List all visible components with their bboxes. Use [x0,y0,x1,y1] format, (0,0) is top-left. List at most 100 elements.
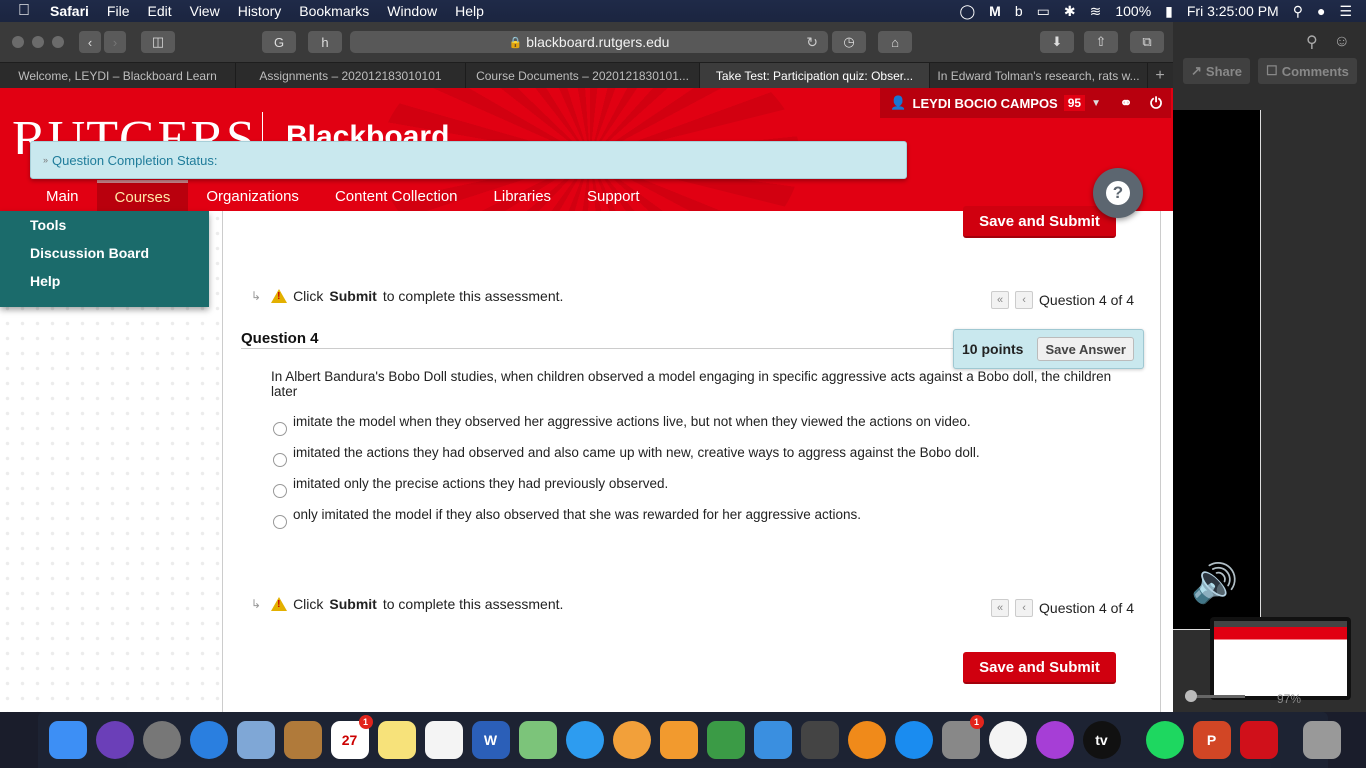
share-button[interactable]: ⇧ [1084,31,1118,53]
slider-handle[interactable] [1185,690,1197,702]
dock-safari-icon[interactable] [189,721,228,759]
logout-button[interactable]: ⏻ [1141,88,1171,118]
menu-edit[interactable]: Edit [147,3,171,19]
dock-trash-icon[interactable] [1302,721,1341,759]
menu-bookmarks[interactable]: Bookmarks [299,3,369,19]
address-bar[interactable]: 🔒 blackboard.rutgers.edu ↻ [350,31,828,53]
notification-center-icon[interactable]: ☰ [1339,3,1352,20]
first-question-button[interactable]: « [991,599,1010,617]
dock-powerpoint-icon[interactable]: P [1192,721,1231,759]
settings-link-button[interactable]: ⚭ [1111,88,1141,118]
honey-extension-button[interactable]: h [308,31,342,53]
dock-news-icon[interactable] [988,721,1027,759]
dock-keynote-icon[interactable] [753,721,792,759]
dock-acrobat-icon[interactable] [1239,721,1278,759]
course-menu-discussion-board[interactable]: Discussion Board [0,239,209,267]
dock-finder-icon[interactable] [48,721,87,759]
back-button[interactable]: ‹ [79,31,101,53]
bluetooth-icon[interactable]: ✱ [1064,3,1076,20]
save-and-submit-button-top[interactable]: Save and Submit [963,206,1116,238]
first-question-button[interactable]: « [991,291,1010,309]
menu-safari[interactable]: Safari [50,3,89,19]
wifi-icon[interactable]: ≋ [1090,3,1102,20]
nav-tab-courses[interactable]: Courses [96,180,189,211]
dock-launchpad-icon[interactable] [142,721,181,759]
home-button[interactable]: ⌂ [878,31,912,53]
nav-tab-support[interactable]: Support [569,180,658,211]
spotlight-icon[interactable]: ⚲ [1293,3,1303,20]
grammarly-extension-button[interactable]: G [262,31,296,53]
menu-history[interactable]: History [238,3,282,19]
answer-option[interactable]: imitated only the precise actions they h… [273,476,668,498]
reload-icon[interactable]: ↻ [806,34,818,51]
dock-siri-icon[interactable] [95,721,134,759]
answer-option[interactable]: only imitated the model if they also obs… [273,507,861,529]
malwarebytes-icon[interactable]: M [989,3,1001,19]
help-button[interactable]: ? [1093,168,1143,218]
dock-mail-icon[interactable] [236,721,275,759]
dock-maps-icon[interactable] [518,721,557,759]
comments-button[interactable]: ☐ Comments [1258,58,1357,84]
minimize-window-button[interactable] [32,36,44,48]
tab-assignments[interactable]: Assignments – 202012183010101 [236,63,466,89]
smiley-feedback-icon[interactable]: ☺ [1334,33,1350,51]
answer-option[interactable]: imitate the model when they observed her… [273,414,971,436]
dock-spotify-icon[interactable] [1145,721,1184,759]
answer-radio[interactable] [273,422,287,436]
menu-help[interactable]: Help [455,3,484,19]
tab-take-test[interactable]: Take Test: Participation quiz: Obser... [700,63,930,89]
answer-radio[interactable] [273,484,287,498]
nav-tab-libraries[interactable]: Libraries [476,180,570,211]
share-button[interactable]: ↗ Share [1183,58,1251,84]
dock-scanner-icon[interactable] [800,721,839,759]
answer-option[interactable]: imitated the actions they had observed a… [273,445,980,467]
clock[interactable]: Fri 3:25:00 PM [1187,3,1279,19]
battery-status[interactable]: 100% [1115,3,1151,19]
save-answer-button[interactable]: Save Answer [1037,337,1134,361]
sidebar-toggle-button[interactable]: ◫ [141,31,175,53]
course-menu-help[interactable]: Help [0,267,209,295]
downloads-button[interactable]: ⬇ [1040,31,1074,53]
nav-tab-content-collection[interactable]: Content Collection [317,180,476,211]
airplay-icon[interactable]: ▭ [1037,3,1050,20]
dock-system-preferences-icon[interactable]: 1 [941,715,984,759]
menu-view[interactable]: View [190,3,220,19]
answer-radio[interactable] [273,515,287,529]
course-menu-tools[interactable]: Tools [0,211,209,239]
dock-word-icon[interactable]: W [471,721,510,759]
siri-icon[interactable]: ● [1317,3,1325,19]
answer-radio[interactable] [273,453,287,467]
dock-numbers-icon[interactable] [706,721,745,759]
tab-edward-tolman[interactable]: In Edward Tolman's research, rats w... [930,63,1148,89]
screenshot-thumbnail[interactable] [1210,617,1351,700]
dock-photos-icon[interactable] [612,721,651,759]
dock-contacts-icon[interactable] [283,721,322,759]
dock-podcasts-icon[interactable] [1035,721,1074,759]
zoom-window-button[interactable] [52,36,64,48]
dock-messages-icon[interactable] [565,721,604,759]
speaker-icon[interactable]: 🔊 [1191,562,1238,606]
dock-notes-icon[interactable] [377,721,416,759]
new-tab-button[interactable]: + [1148,63,1172,89]
history-button[interactable]: ◷ [832,31,866,53]
tab-course-documents[interactable]: Course Documents – 2020121830101... [466,63,700,89]
previous-question-button[interactable]: ‹ [1015,291,1034,309]
save-and-submit-button-bottom[interactable]: Save and Submit [963,652,1116,684]
creative-cloud-icon[interactable]: ◯ [960,3,976,20]
nav-tab-organizations[interactable]: Organizations [188,180,317,211]
menu-window[interactable]: Window [387,3,437,19]
close-window-button[interactable] [12,36,24,48]
dock-apple-tv-icon[interactable]: tv [1082,721,1121,759]
forward-button[interactable]: › [104,31,126,53]
tab-welcome[interactable]: Welcome, LEYDI – Blackboard Learn [0,63,236,89]
previous-question-button[interactable]: ‹ [1015,599,1034,617]
beats-icon[interactable]: b [1015,3,1023,19]
nav-tab-main[interactable]: Main [28,180,97,211]
dock-reminders-icon[interactable] [424,721,463,759]
search-icon[interactable]: ⚲ [1306,32,1318,52]
apple-menu-icon[interactable]:  [18,2,30,20]
zoom-slider[interactable] [1185,690,1245,702]
tab-overview-button[interactable]: ⧉ [1130,31,1164,53]
dock-pages-icon[interactable] [659,721,698,759]
menu-file[interactable]: File [107,3,130,19]
